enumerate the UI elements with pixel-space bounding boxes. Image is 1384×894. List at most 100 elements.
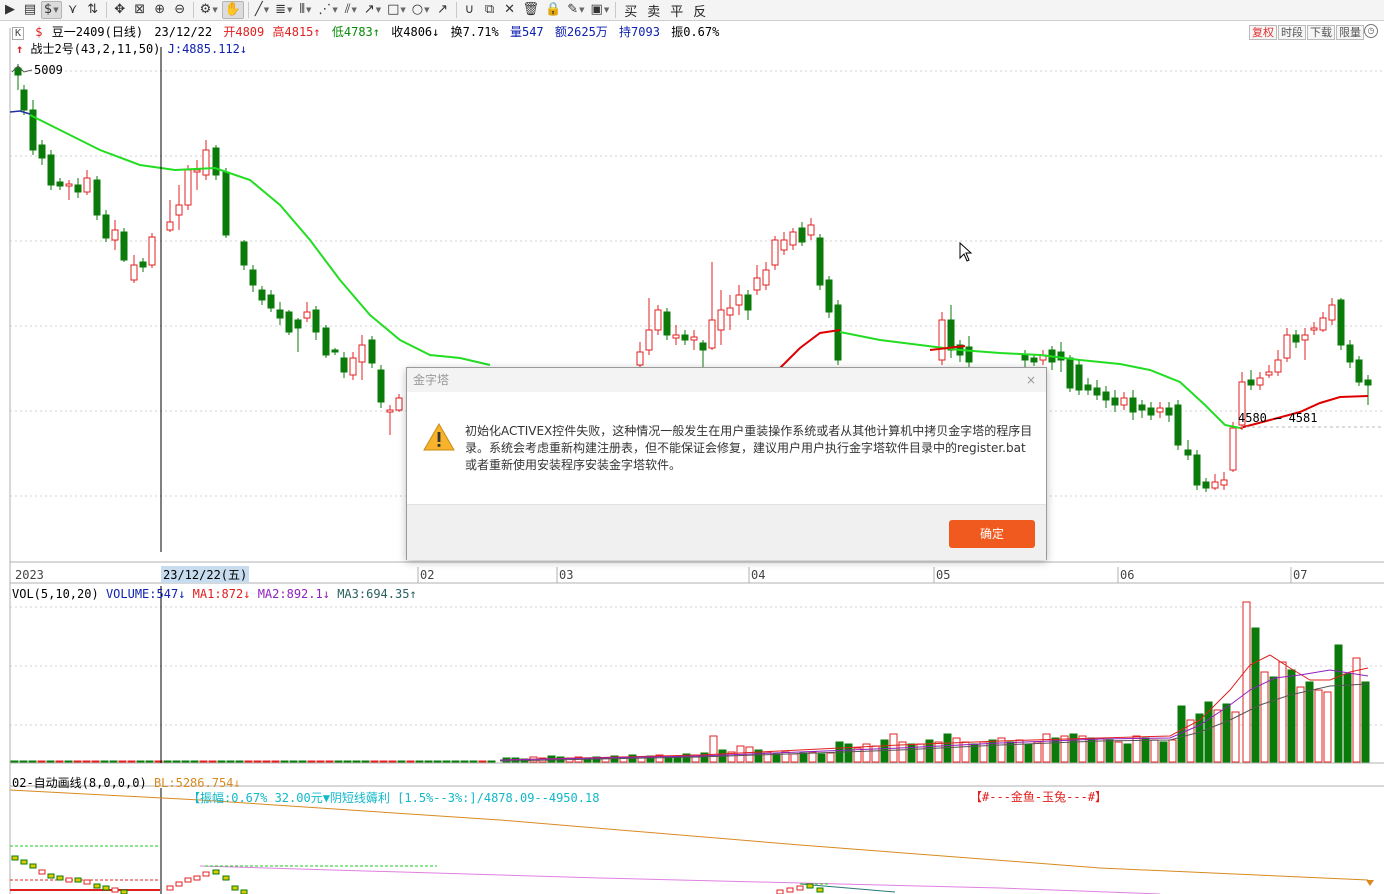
volume-bar	[416, 761, 423, 762]
candle	[673, 335, 679, 338]
candle	[1112, 398, 1118, 405]
candle	[1320, 318, 1326, 330]
dialog-message: 初始化ACTIVEX控件失败，这种情况一般发生在用户重装操作系统或者从其他计算机…	[465, 423, 1037, 474]
candle	[250, 270, 256, 285]
auto-mark	[30, 864, 36, 868]
volume-bar	[335, 761, 342, 762]
candle	[1212, 482, 1218, 488]
volume-bar	[1160, 742, 1167, 762]
candle	[1284, 335, 1290, 358]
auto-mark	[194, 876, 200, 880]
auto-mark	[103, 886, 109, 890]
error-dialog: 金字塔 × 初始化ACTIVEX控件失败，这种情况一般发生在用户重装操作系统或者…	[406, 367, 1047, 560]
candle	[149, 237, 155, 265]
vol-ma3-arrow: ↑	[409, 587, 416, 601]
candle	[736, 295, 742, 305]
right-level-label: 4580 — 4581	[1238, 411, 1317, 425]
candle	[359, 345, 365, 362]
candle	[176, 205, 182, 215]
auto-panel-info: 【振幅:0.67% 32.00元▼阴短线薅利 [1.5%--3%:]/4878.…	[188, 789, 599, 806]
x-axis-label: 03	[559, 568, 573, 582]
warning-icon	[423, 422, 455, 452]
volume-bar	[1214, 710, 1221, 762]
candle	[185, 170, 191, 205]
candle	[1094, 388, 1100, 395]
candle	[1230, 428, 1236, 470]
volume-bar	[998, 738, 1005, 762]
volume-bar	[1016, 740, 1023, 762]
volume-bar	[281, 761, 288, 762]
volume-bar	[326, 761, 333, 762]
candle	[66, 184, 72, 186]
candle	[1148, 408, 1154, 415]
auto-mark	[176, 882, 182, 886]
candle	[1130, 398, 1136, 412]
candle	[295, 320, 301, 328]
candle	[1185, 450, 1191, 455]
volume-bar	[209, 761, 216, 762]
candle	[259, 290, 265, 300]
candle	[1175, 405, 1181, 445]
volume-bar	[1052, 738, 1059, 762]
candle	[341, 358, 347, 372]
volume-bar	[1223, 704, 1230, 762]
volume-bar	[398, 761, 405, 762]
volume-bar	[935, 742, 942, 762]
volume-bar	[1288, 670, 1295, 762]
vol-ma1: MA1:872	[193, 587, 244, 601]
auto-mark	[12, 856, 18, 860]
candle	[1194, 455, 1200, 485]
volume-bar	[845, 744, 852, 762]
candle	[1257, 378, 1263, 385]
vol-ma1-arrow: ↓	[243, 587, 250, 601]
volume-bar	[191, 761, 198, 762]
volume-bar	[254, 761, 261, 762]
candle	[39, 145, 45, 158]
candle	[75, 185, 81, 192]
candle	[350, 358, 356, 375]
candle	[194, 170, 200, 172]
candle	[1157, 408, 1163, 412]
candle	[700, 343, 706, 350]
candle	[15, 68, 21, 75]
candle	[167, 222, 173, 230]
dialog-close-icon[interactable]: ×	[1026, 368, 1036, 392]
volume-bar	[20, 761, 27, 762]
volume-bar	[1043, 734, 1050, 762]
volume-bar	[1315, 690, 1322, 762]
candle	[1067, 358, 1073, 388]
auto-mark	[66, 878, 72, 882]
volume-bar	[800, 753, 807, 762]
auto-title: 02-自动画线(8,0,0,0)	[12, 776, 147, 790]
auto-mark	[112, 888, 118, 892]
volume-bar	[389, 761, 396, 762]
x-axis-label: 04	[751, 568, 765, 582]
volume-bar	[452, 761, 459, 762]
bl-arrow-icon	[1366, 880, 1374, 886]
volume-bar	[1025, 744, 1032, 762]
candle	[1347, 345, 1353, 362]
auto-mark	[84, 880, 90, 884]
auto-mark	[241, 890, 247, 894]
volume-bar	[353, 761, 360, 762]
volume-bar	[1324, 692, 1331, 762]
auto-mark	[807, 884, 813, 888]
dialog-title-bar[interactable]: 金字塔 ×	[407, 368, 1046, 392]
candle	[1365, 380, 1371, 385]
vol-ma3: MA3:694.35	[337, 587, 409, 601]
candle	[1338, 300, 1344, 345]
volume-bar	[56, 761, 63, 762]
candle	[1139, 405, 1145, 410]
candle	[799, 228, 805, 242]
candle	[378, 370, 384, 402]
volume-bar	[38, 761, 45, 762]
volume-bar	[1151, 740, 1158, 762]
volume-bar	[263, 761, 270, 762]
candle	[727, 308, 733, 315]
volume-bar	[317, 761, 324, 762]
volume-bar	[227, 761, 234, 762]
auto-mark	[777, 890, 783, 894]
candle	[1311, 328, 1317, 330]
ok-button[interactable]: 确定	[949, 520, 1035, 548]
x-axis-label: 02	[420, 568, 434, 582]
